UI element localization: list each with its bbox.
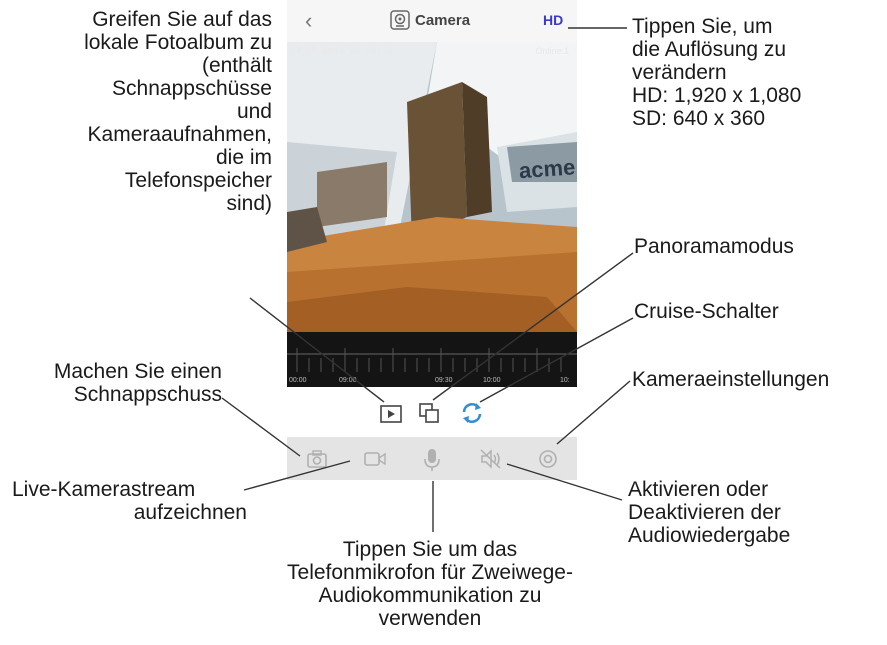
annotation-line: Tippen Sie, um — [632, 15, 773, 38]
annotation-snapshot: Machen Sie einen Schnappschuss — [0, 360, 222, 406]
annotation-line: HD: 1,920 x 1,080 — [632, 84, 802, 107]
annotation-line: Telefonmikrofon für Zweiwege- — [287, 561, 573, 584]
annotation-line: Schnappschüsse — [112, 77, 272, 100]
annotation-line: Aktivieren oder — [628, 478, 769, 501]
annotation-line: sind) — [226, 192, 272, 215]
annotation-record: Live-Kamerastream aufzeichnen — [12, 478, 247, 524]
annotation-panorama: Panoramamodus — [634, 235, 794, 258]
annotation-line: Greifen Sie auf das — [92, 8, 272, 31]
annotation-cruise: Cruise-Schalter — [634, 300, 779, 323]
annotation-line: aufzeichnen — [133, 501, 247, 524]
annotation-line: Tippen Sie um das — [342, 538, 518, 561]
annotation-line: die im — [215, 146, 272, 169]
annotation-line: und — [236, 100, 272, 123]
annotation-line: Audiokommunikation zu — [318, 584, 542, 607]
annotation-microphone: Tippen Sie um das Telefonmikrofon für Zw… — [270, 538, 590, 630]
annotation-line: verändern — [632, 61, 727, 84]
annotation-line: Audiowiedergabe — [628, 524, 791, 547]
annotation-line: Deaktivieren der — [628, 501, 781, 524]
annotation-line: Machen Sie einen — [53, 360, 222, 383]
annotation-line: (enthält — [201, 54, 272, 77]
annotation-audio: Aktivieren oder Deaktivieren der Audiowi… — [628, 478, 878, 547]
annotation-line: lokale Fotoalbum zu — [84, 31, 272, 54]
annotation-resolution: Tippen Sie, um die Auflösung zu veränder… — [632, 15, 882, 130]
annotation-line: verwenden — [378, 607, 482, 630]
annotation-line: SD: 640 x 360 — [632, 107, 766, 130]
annotation-line: Live-Kamerastream — [12, 478, 196, 501]
annotation-settings: Kameraeinstellungen — [632, 368, 830, 391]
annotation-line: Kameraaufnahmen, — [87, 123, 272, 146]
annotation-album: Greifen Sie auf das lokale Fotoalbum zu … — [20, 8, 272, 215]
annotation-line: Schnappschuss — [73, 383, 222, 406]
annotation-line: die Auflösung zu — [632, 38, 787, 61]
annotation-line: Telefonspeicher — [124, 169, 272, 192]
